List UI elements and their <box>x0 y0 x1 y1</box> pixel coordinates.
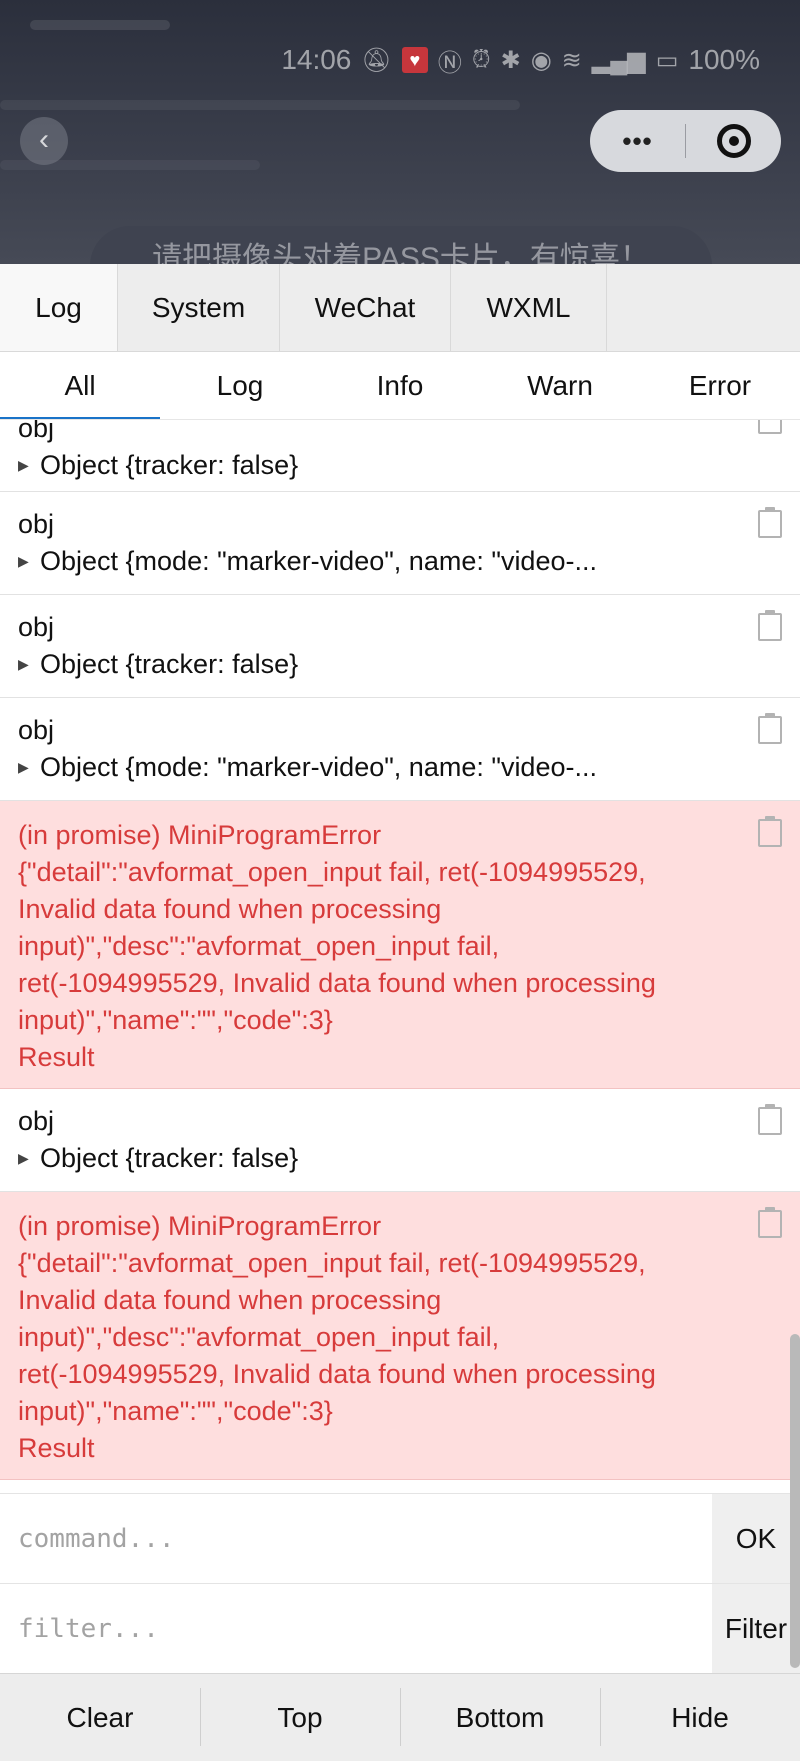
blurred-text <box>30 20 170 30</box>
command-row: OK <box>0 1493 800 1583</box>
log-filter-tabs: All Log Info Warn Error <box>0 352 800 420</box>
alarm-icon: ⏰︎ <box>471 46 491 73</box>
copy-icon[interactable] <box>758 1207 782 1238</box>
object-text: Object {mode: "marker-video", name: "vid… <box>40 752 597 782</box>
log-entry: obj ▶ Object {tracker: false} <box>0 420 800 492</box>
object-summary[interactable]: ▶ Object {tracker: false} <box>18 1140 730 1177</box>
bluetooth-icon: ✱ <box>500 46 521 74</box>
clear-button[interactable]: Clear <box>0 1674 200 1761</box>
blurred-text <box>0 100 520 110</box>
tab-wechat[interactable]: WeChat <box>280 264 451 351</box>
expand-arrow-icon[interactable]: ▶ <box>18 749 30 786</box>
app-heart-icon: ♥ <box>401 47 428 73</box>
filter-row: Filter <box>0 1583 800 1673</box>
log-entry: obj ▶ Object {mode: "marker-video", name… <box>0 492 800 595</box>
more-options-button[interactable]: ••• <box>590 126 685 157</box>
back-button[interactable]: ‹ <box>20 117 68 165</box>
object-summary[interactable]: ▶ Object {mode: "marker-video", name: "v… <box>18 749 730 786</box>
log-list[interactable]: obj ▶ Object {tracker: false} obj ▶ Obje… <box>0 420 800 1492</box>
object-text: Object {tracker: false} <box>40 1143 299 1173</box>
bottom-button[interactable]: Bottom <box>400 1674 600 1761</box>
subtab-error[interactable]: Error <box>640 352 800 419</box>
copy-icon[interactable] <box>758 420 782 434</box>
command-input[interactable] <box>0 1494 712 1583</box>
wifi-icon: ≋ <box>561 46 582 74</box>
subtab-warn[interactable]: Warn <box>480 352 640 419</box>
log-entry: obj ▶ Object {tracker: false} <box>0 1089 800 1192</box>
nfc-icon: Ⓝ <box>437 49 462 77</box>
error-message: (in promise) MiniProgramError {"detail":… <box>18 820 656 1072</box>
tab-system[interactable]: System <box>118 264 280 351</box>
status-time: 14:06 <box>281 44 352 75</box>
object-text: Object {tracker: false} <box>40 649 299 679</box>
hide-button[interactable]: Hide <box>600 1674 800 1761</box>
camera-icon: ◉ <box>530 46 552 74</box>
footer-toolbar: Clear Top Bottom Hide <box>0 1673 800 1761</box>
copy-icon[interactable] <box>758 610 782 641</box>
expand-arrow-icon[interactable]: ▶ <box>18 1140 30 1177</box>
copy-icon[interactable] <box>758 1104 782 1135</box>
mini-program-capsule: ••• <box>590 110 781 172</box>
log-entry: obj ▶ Object {tracker: false} <box>0 595 800 698</box>
object-text: Object {mode: "marker-video", name: "vid… <box>40 546 597 576</box>
target-icon <box>716 124 751 158</box>
log-label: obj <box>18 509 55 539</box>
status-bar: 14:06 🔕︎ ♥ Ⓝ ⏰︎ ✱ ◉ ≋ ▂▄▆ ▭ 100% <box>281 40 760 80</box>
subtab-info[interactable]: Info <box>320 352 480 419</box>
mute-icon: 🔕︎ <box>361 46 392 74</box>
chevron-left-icon: ‹ <box>39 123 49 156</box>
hint-banner: 请把摄像头对着PASS卡片，有惊喜！ <box>90 226 712 264</box>
log-label: obj <box>18 1106 55 1136</box>
filter-input[interactable] <box>0 1584 712 1673</box>
log-label: obj <box>18 715 55 745</box>
close-button[interactable] <box>686 124 781 158</box>
log-label: obj <box>18 420 55 443</box>
battery-icon: ▭ <box>655 46 679 74</box>
copy-icon[interactable] <box>758 713 782 744</box>
copy-icon[interactable] <box>758 816 782 847</box>
expand-arrow-icon[interactable]: ▶ <box>18 543 30 580</box>
object-summary[interactable]: ▶ Object {mode: "marker-video", name: "v… <box>18 543 730 580</box>
vconsole-panel: Log System WeChat WXML All Log Info Warn… <box>0 264 800 1761</box>
copy-icon[interactable] <box>758 507 782 538</box>
battery-level: 100% <box>688 44 760 75</box>
error-log-entry: (in promise) MiniProgramError {"detail":… <box>0 1192 800 1480</box>
subtab-log[interactable]: Log <box>160 352 320 419</box>
error-message: (in promise) MiniProgramError {"detail":… <box>18 1211 656 1463</box>
subtab-all[interactable]: All <box>0 352 160 419</box>
error-log-entry: (in promise) MiniProgramError {"detail":… <box>0 801 800 1089</box>
object-summary[interactable]: ▶ Object {tracker: false} <box>18 646 730 683</box>
object-text: Object {tracker: false} <box>40 450 299 480</box>
signal-5g-icon: ▂▄▆ <box>591 46 646 74</box>
log-entry: obj ▶ Object {mode: "marker-video", name… <box>0 698 800 801</box>
scrollbar[interactable] <box>790 1334 800 1668</box>
top-button[interactable]: Top <box>200 1674 400 1761</box>
tab-log[interactable]: Log <box>0 264 118 351</box>
tab-wxml[interactable]: WXML <box>451 264 607 351</box>
filter-button[interactable]: Filter <box>712 1584 800 1673</box>
ok-button[interactable]: OK <box>712 1494 800 1583</box>
expand-arrow-icon[interactable]: ▶ <box>18 646 30 683</box>
object-summary[interactable]: ▶ Object {tracker: false} <box>18 447 730 484</box>
main-tab-bar: Log System WeChat WXML <box>0 264 800 352</box>
camera-background: 14:06 🔕︎ ♥ Ⓝ ⏰︎ ✱ ◉ ≋ ▂▄▆ ▭ 100% ‹ ••• 请… <box>0 0 800 264</box>
expand-arrow-icon[interactable]: ▶ <box>18 447 30 484</box>
log-label: obj <box>18 612 55 642</box>
